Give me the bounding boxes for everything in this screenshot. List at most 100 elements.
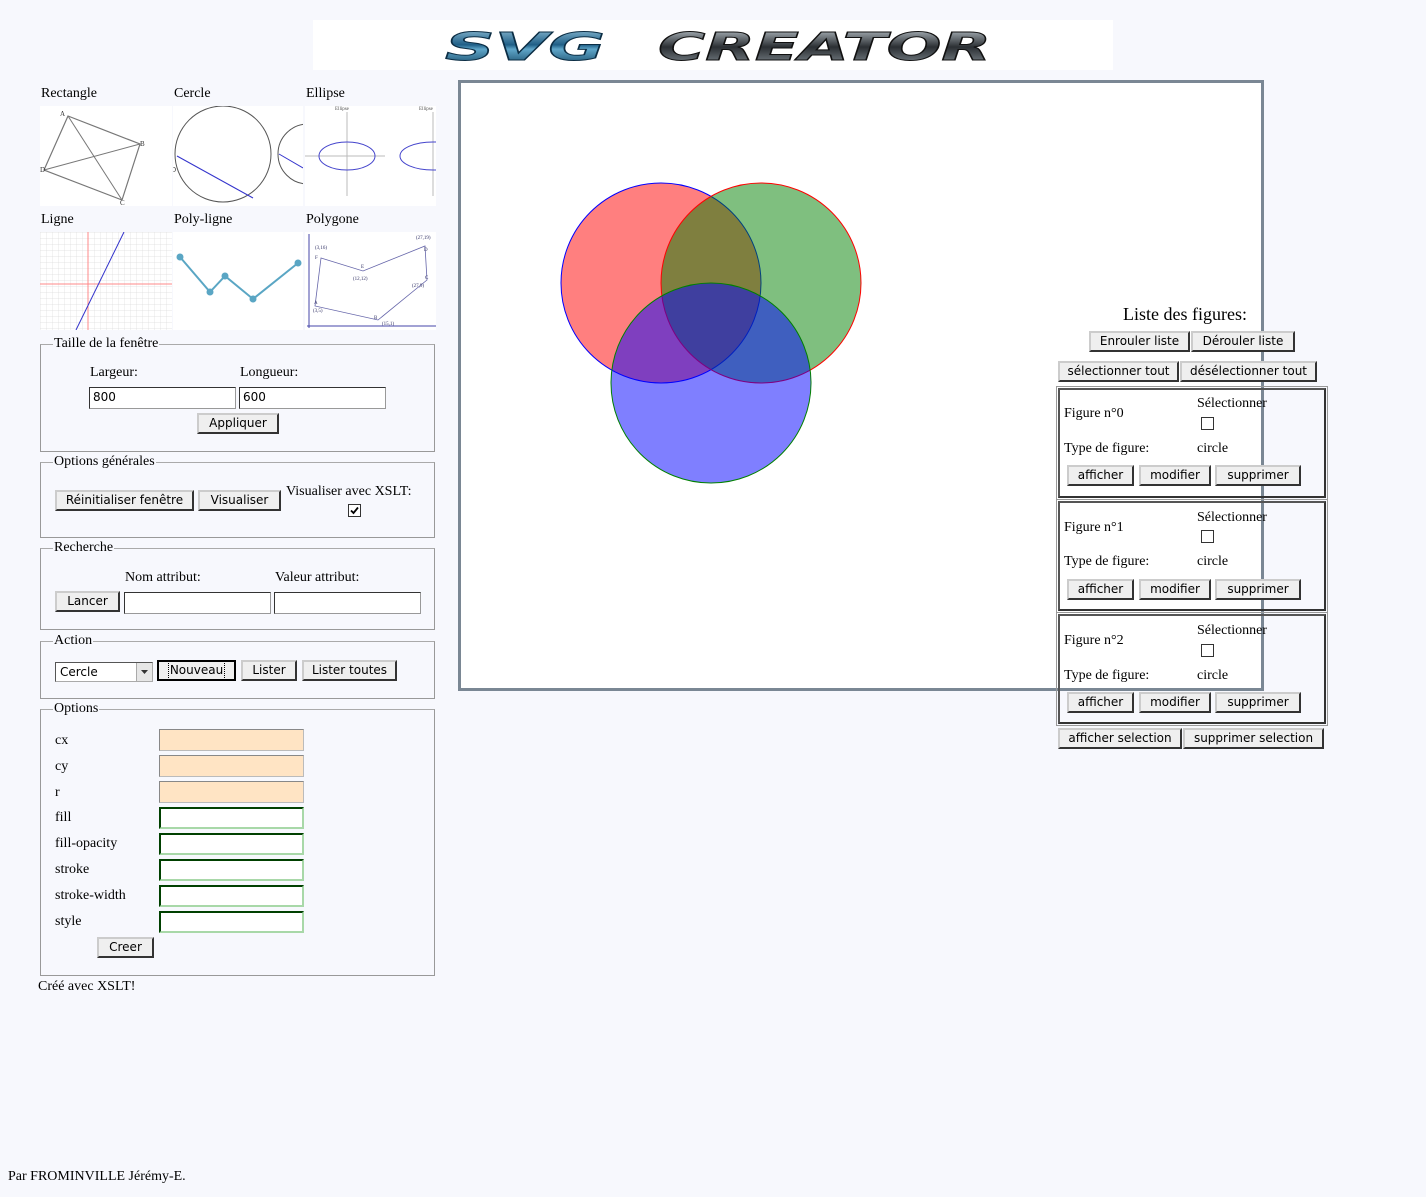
search-legend: Recherche: [53, 540, 115, 556]
canvas-circle-2[interactable]: [610, 282, 812, 484]
shape-label-polygon: Polygone: [306, 212, 359, 227]
ellipse-tag-b: Ellipse: [419, 107, 434, 112]
figure-select-label: Sélectionner: [1197, 623, 1267, 638]
option-label-cx: cx: [55, 733, 69, 748]
logo-text-creator: CREATOR: [658, 25, 991, 69]
delete-selection-button[interactable]: supprimer selection: [1183, 728, 1324, 749]
general-options-legend: Options générales: [53, 454, 156, 470]
new-figure-button[interactable]: Nouveau: [157, 660, 236, 681]
option-label-stroke-width: stroke-width: [55, 888, 126, 903]
line-thumbnail[interactable]: [40, 232, 172, 330]
figure-list-title: Liste des figures:: [1123, 304, 1247, 324]
height-label: Longueur:: [240, 365, 299, 380]
delete-figure-button[interactable]: supprimer: [1215, 579, 1301, 600]
figure-title: Figure n°2: [1064, 633, 1124, 648]
figure-select-checkbox[interactable]: [1201, 644, 1214, 657]
attr-name-input[interactable]: [124, 592, 271, 614]
figure-type-label: Type de figure:: [1064, 668, 1150, 683]
option-label-stroke: stroke: [55, 862, 90, 877]
polygon-point-label-4: (27,9): [412, 284, 424, 289]
option-label-r: r: [55, 785, 60, 800]
chevron-down-icon[interactable]: [136, 663, 152, 681]
rect-vertex-a: A: [60, 110, 65, 118]
polygon-vertex-d: D: [424, 248, 428, 253]
option-label-cy: cy: [55, 759, 69, 774]
polygon-point-label-1: (3,16): [315, 246, 327, 251]
edit-figure-button[interactable]: modifier: [1139, 579, 1211, 600]
option-label-fill-opacity: fill-opacity: [55, 836, 118, 851]
shape-select-value: Cercle: [60, 665, 98, 679]
figure-select-checkbox[interactable]: [1201, 417, 1214, 430]
ellipse-thumbnail[interactable]: Ellipse Ellipse: [305, 106, 436, 206]
view-button[interactable]: Visualiser: [198, 490, 281, 511]
delete-figure-button[interactable]: supprimer: [1215, 465, 1301, 486]
check-icon: [350, 506, 359, 515]
edit-figure-button[interactable]: modifier: [1139, 692, 1211, 713]
option-input-cx[interactable]: [159, 729, 304, 751]
window-size-legend: Taille de la fenêtre: [53, 336, 160, 352]
option-input-stroke-width[interactable]: [159, 885, 304, 907]
footer-author: Par FROMINVILLE Jérémy-E.: [8, 1169, 186, 1184]
show-selection-button[interactable]: afficher selection: [1058, 728, 1182, 749]
apply-size-button[interactable]: Appliquer: [197, 413, 279, 434]
polygon-point-label-2: (27,19): [416, 236, 431, 241]
edit-figure-button[interactable]: modifier: [1139, 465, 1211, 486]
show-figure-button[interactable]: afficher: [1067, 579, 1134, 600]
option-input-cy[interactable]: [159, 755, 304, 777]
delete-figure-button[interactable]: supprimer: [1215, 692, 1301, 713]
xslt-label: Visualiser avec XSLT:: [286, 484, 412, 499]
rect-vertex-b: B: [140, 140, 145, 148]
list-button[interactable]: Lister: [241, 660, 297, 681]
attr-value-label: Valeur attribut:: [275, 570, 360, 585]
option-label-style: style: [55, 914, 82, 929]
collapse-list-button[interactable]: Enrouler liste: [1089, 331, 1190, 352]
shape-label-line: Ligne: [41, 212, 74, 227]
circle-point-d: D: [173, 166, 176, 174]
rect-vertex-d: D: [40, 166, 45, 174]
rect-vertex-c: C: [120, 199, 125, 206]
option-input-r[interactable]: [159, 781, 304, 803]
option-input-style[interactable]: [159, 911, 304, 933]
height-input[interactable]: 600: [239, 387, 386, 409]
figure-select-checkbox[interactable]: [1201, 530, 1214, 543]
option-label-fill: fill: [55, 810, 72, 825]
rectangle-thumbnail[interactable]: A B C D: [40, 106, 172, 206]
xslt-checkbox[interactable]: [348, 504, 361, 517]
options-legend: Options: [53, 701, 100, 717]
deselect-all-button[interactable]: désélectionner tout: [1180, 361, 1317, 382]
ellipse-tag-a: Ellipse: [335, 107, 350, 112]
figure-title: Figure n°0: [1064, 406, 1124, 421]
polygon-vertex-f: F: [315, 256, 318, 261]
action-legend: Action: [53, 633, 94, 649]
shape-label-rectangle: Rectangle: [41, 86, 97, 101]
figure-type-label: Type de figure:: [1064, 554, 1150, 569]
create-figure-button[interactable]: Creer: [97, 937, 154, 958]
shape-label-polyline: Poly-ligne: [174, 212, 233, 227]
attr-name-label: Nom attribut:: [125, 570, 201, 585]
figure-title: Figure n°1: [1064, 520, 1124, 535]
reset-window-button[interactable]: Réinitialiser fenêtre: [55, 490, 194, 511]
polyline-thumbnail[interactable]: [173, 232, 303, 330]
show-figure-button[interactable]: afficher: [1067, 692, 1134, 713]
list-all-button[interactable]: Lister toutes: [302, 660, 397, 681]
option-input-stroke[interactable]: [159, 859, 304, 881]
polygon-thumbnail[interactable]: (3,16) (27,19) (12,12) (27,9) (3,5) (15,…: [305, 232, 436, 330]
polygon-vertex-a: A: [314, 301, 318, 306]
polygon-vertex-c: C: [425, 276, 429, 281]
select-all-button[interactable]: sélectionner tout: [1058, 361, 1179, 382]
width-input[interactable]: 800: [89, 387, 236, 409]
option-input-fill[interactable]: [159, 807, 304, 829]
figure-type-label: Type de figure:: [1064, 441, 1150, 456]
show-figure-button[interactable]: afficher: [1067, 465, 1134, 486]
option-input-fill-opacity[interactable]: [159, 833, 304, 855]
launch-search-button[interactable]: Lancer: [55, 591, 120, 612]
attr-value-input[interactable]: [274, 592, 421, 614]
expand-list-button[interactable]: Dérouler liste: [1191, 331, 1295, 352]
width-label: Largeur:: [90, 365, 138, 380]
figure-select-label: Sélectionner: [1197, 510, 1267, 525]
circle-thumbnail[interactable]: D: [173, 106, 303, 206]
figure-type-value: circle: [1197, 441, 1229, 456]
shape-select[interactable]: Cercle: [55, 662, 153, 682]
polygon-point-label-5: (3,5): [313, 309, 323, 314]
shape-label-circle: Cercle: [174, 86, 211, 101]
